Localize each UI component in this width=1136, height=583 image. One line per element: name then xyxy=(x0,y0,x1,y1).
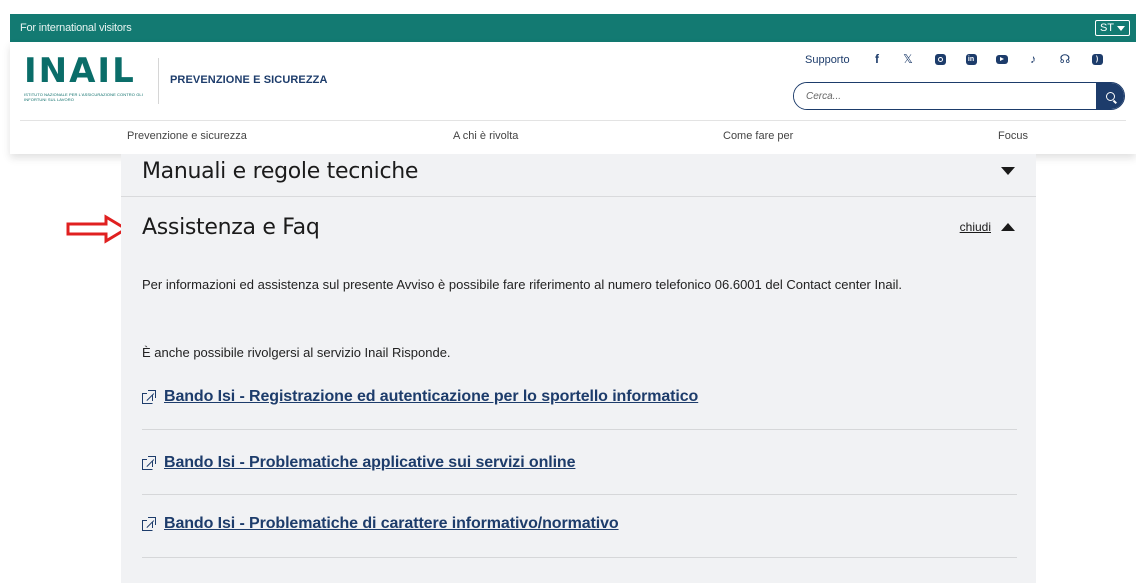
instagram-icon[interactable] xyxy=(933,52,947,66)
nav-a-chi-e-rivolta[interactable]: A chi è rivolta xyxy=(453,130,518,142)
link-text[interactable]: Bando Isi - Registrazione ed autenticazi… xyxy=(164,388,698,406)
international-visitors-link[interactable]: For international visitors xyxy=(20,22,132,34)
rss-icon[interactable]: ) xyxy=(1090,52,1104,66)
link-text[interactable]: Bando Isi - Problematiche applicative su… xyxy=(164,454,576,472)
linkedin-icon[interactable]: in xyxy=(964,52,978,66)
site-header: INAIL ISTITUTO NAZIONALE PER L'ASSICURAZ… xyxy=(10,42,1136,154)
language-label: ST xyxy=(1099,22,1114,34)
language-select[interactable]: ST xyxy=(1094,20,1130,36)
site-name[interactable]: PREVENZIONE E SICUREZZA xyxy=(170,74,328,86)
chevron-down-icon xyxy=(1117,25,1125,31)
risponde-paragraph: È anche possibile rivolgersi al servizio… xyxy=(142,345,451,360)
logo-wordmark: INAIL xyxy=(24,51,136,91)
nav-focus[interactable]: Focus xyxy=(998,130,1028,142)
close-link[interactable]: chiudi xyxy=(960,220,991,234)
search-input[interactable] xyxy=(794,83,1096,109)
external-link-icon xyxy=(141,390,156,404)
search-icon xyxy=(1105,91,1115,101)
link-problematiche-applicative[interactable]: Bando Isi - Problematiche applicative su… xyxy=(141,454,576,472)
link-problematiche-informativo[interactable]: Bando Isi - Problematiche di carattere i… xyxy=(141,515,619,533)
triangle-down-icon xyxy=(1001,167,1015,175)
link-registrazione[interactable]: Bando Isi - Registrazione ed autenticazi… xyxy=(141,388,698,406)
external-link-icon xyxy=(141,517,156,531)
header-separator xyxy=(20,120,1126,121)
international-bar: For international visitors ST xyxy=(10,14,1136,42)
close-accordion[interactable]: chiudi xyxy=(960,220,1015,234)
triangle-up-icon xyxy=(1001,223,1015,231)
podcast-icon[interactable]: ☊ xyxy=(1058,52,1072,66)
facebook-icon[interactable]: f xyxy=(870,52,884,66)
accordion-separator xyxy=(121,196,1036,197)
youtube-icon[interactable] xyxy=(995,52,1009,66)
support-link[interactable]: Supporto xyxy=(805,54,850,66)
accordion-panel: Manuali e regole tecniche Assistenza e F… xyxy=(121,154,1036,583)
accordion-item-manuali[interactable]: Manuali e regole tecniche xyxy=(121,154,1036,188)
nav-prevenzione[interactable]: Prevenzione e sicurezza xyxy=(127,130,247,142)
info-paragraph: Per informazioni ed assistenza sul prese… xyxy=(142,277,902,292)
external-link-icon xyxy=(141,456,156,470)
search-bar xyxy=(793,82,1125,110)
link-text[interactable]: Bando Isi - Problematiche di carattere i… xyxy=(164,515,619,533)
link-separator xyxy=(142,429,1017,430)
accordion-item-assistenza[interactable]: Assistenza e Faq chiudi xyxy=(121,202,1036,252)
accordion-title-manuali: Manuali e regole tecniche xyxy=(142,158,419,184)
search-button[interactable] xyxy=(1096,83,1124,109)
tiktok-icon[interactable]: ♪ xyxy=(1026,52,1040,66)
inail-logo[interactable]: INAIL ISTITUTO NAZIONALE PER L'ASSICURAZ… xyxy=(24,54,150,102)
link-separator xyxy=(142,557,1017,558)
link-separator xyxy=(142,494,1017,495)
nav-come-fare-per[interactable]: Come fare per xyxy=(723,130,793,142)
logo-tagline: ISTITUTO NAZIONALE PER L'ASSICURAZIONE C… xyxy=(24,92,143,102)
x-icon[interactable]: 𝕏 xyxy=(901,52,915,66)
header-divider xyxy=(158,58,159,104)
accordion-title-assistenza: Assistenza e Faq xyxy=(142,214,320,240)
